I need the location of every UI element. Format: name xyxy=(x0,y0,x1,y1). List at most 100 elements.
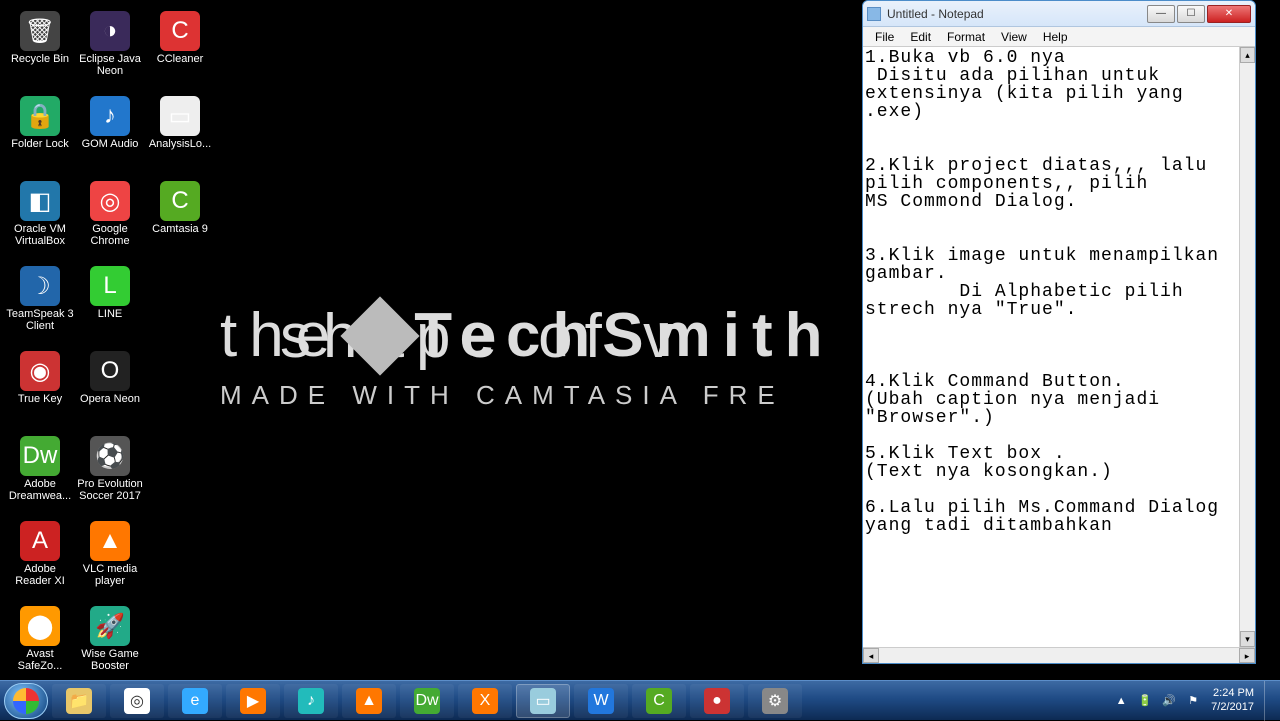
tray-icon-3[interactable]: ⚑ xyxy=(1184,692,1202,710)
maximize-button[interactable]: ☐ xyxy=(1177,5,1205,23)
desktop-icon[interactable]: CCCleaner xyxy=(145,5,215,90)
taskbar-chrome[interactable]: ◎ xyxy=(110,684,164,718)
desktop-icon[interactable]: L LINE xyxy=(75,260,145,345)
taskbar-ie[interactable]: e xyxy=(168,684,222,718)
watermark-brand: TechSmith xyxy=(414,300,834,371)
taskbar-tool[interactable]: ⚙ xyxy=(748,684,802,718)
horizontal-scrollbar[interactable]: ◂ ▸ xyxy=(863,647,1255,663)
taskbar-dreamweaver[interactable]: Dw xyxy=(400,684,454,718)
scroll-down-icon[interactable]: ▾ xyxy=(1240,631,1255,647)
app-icon: 🗑 xyxy=(20,11,60,51)
notepad-icon xyxy=(867,7,881,21)
desktop-icon[interactable]: 🗑Recycle Bin xyxy=(5,5,75,90)
desktop-icon[interactable]: 🔒 Folder Lock xyxy=(5,90,75,175)
icon-label: Adobe Reader XI xyxy=(6,563,74,587)
app-icon: C xyxy=(160,11,200,51)
techsmith-logo-icon xyxy=(341,296,420,375)
taskbar-file-explorer[interactable]: 📁 xyxy=(52,684,106,718)
menubar: FileEditFormatViewHelp xyxy=(863,27,1255,47)
titlebar[interactable]: Untitled - Notepad — ☐ ✕ xyxy=(863,1,1255,27)
show-desktop-button[interactable] xyxy=(1264,681,1276,721)
desktop-icon[interactable]: ◉True Key xyxy=(5,345,75,430)
desktop-icon[interactable]: ▭ AnalysisLo... xyxy=(145,90,215,175)
desktop-icon[interactable]: ◧Oracle VM VirtualBox xyxy=(5,175,75,260)
minimize-button[interactable]: — xyxy=(1147,5,1175,23)
desktop-icon[interactable]: OOpera Neon xyxy=(75,345,145,430)
app-icon: ⚽ xyxy=(90,436,130,476)
word-icon: W xyxy=(588,688,614,714)
taskbar: 📁◎e▶♪▲DwX▭WC●⚙ ▲🔋🔊⚑ 2:24 PM 7/2/2017 xyxy=(0,680,1280,720)
watermark-text-2: shape of v xyxy=(280,301,686,372)
taskbar-music[interactable]: ♪ xyxy=(284,684,338,718)
desktop-icon[interactable]: DwAdobe Dreamwea... xyxy=(5,430,75,515)
icon-label: Folder Lock xyxy=(11,138,68,150)
tool-icon: ⚙ xyxy=(762,688,788,714)
scroll-left-icon[interactable]: ◂ xyxy=(863,648,879,663)
icon-label: AnalysisLo... xyxy=(149,138,211,150)
app-icon: ▲ xyxy=(90,521,130,561)
app-icon: 🔒 xyxy=(20,96,60,136)
xampp-icon: X xyxy=(472,688,498,714)
ie-icon: e xyxy=(182,688,208,714)
icon-label: TeamSpeak 3 Client xyxy=(6,308,74,332)
start-button[interactable] xyxy=(4,683,48,719)
gom-icon: ▶ xyxy=(240,688,266,714)
clock-time: 2:24 PM xyxy=(1211,687,1254,700)
app-icon: O xyxy=(90,351,130,391)
tray-icon-1[interactable]: 🔋 xyxy=(1136,692,1154,710)
desktop-icon[interactable]: ⬤Avast SafeZo... xyxy=(5,600,75,685)
app-icon: ▭ xyxy=(160,96,200,136)
camtasia-rec-icon: ● xyxy=(704,688,730,714)
taskbar-notepad[interactable]: ▭ xyxy=(516,684,570,718)
system-tray: ▲ 🔋 🔊 ⚑ 2:24 PM 7/2/2017 xyxy=(1109,681,1276,721)
icon-label: True Key xyxy=(18,393,62,405)
clock[interactable]: 2:24 PM 7/2/2017 xyxy=(1211,687,1260,713)
desktop-icon-grid: 🗑Recycle Bin◑Eclipse Java NeonCCCleaner 🔒… xyxy=(5,5,215,685)
close-button[interactable]: ✕ xyxy=(1207,5,1251,23)
icon-label: Eclipse Java Neon xyxy=(76,53,144,77)
app-icon: ♪ xyxy=(90,96,130,136)
desktop: 🗑Recycle Bin◑Eclipse Java NeonCCCleaner 🔒… xyxy=(0,0,1280,720)
notepad-icon: ▭ xyxy=(530,688,556,714)
vertical-scrollbar[interactable]: ▴ ▾ xyxy=(1239,47,1255,647)
desktop-icon[interactable]: ◎Google Chrome xyxy=(75,175,145,260)
icon-label: LINE xyxy=(98,308,122,320)
desktop-icon[interactable]: ♪ GOM Audio xyxy=(75,90,145,175)
tray-icon-2[interactable]: 🔊 xyxy=(1160,692,1178,710)
icon-label: GOM Audio xyxy=(82,138,139,150)
text-editor[interactable]: 1.Buka vb 6.0 nya Disitu ada pilihan unt… xyxy=(863,47,1239,647)
desktop-icon[interactable]: ▲VLC media player xyxy=(75,515,145,600)
taskbar-word[interactable]: W xyxy=(574,684,628,718)
icon-label: Oracle VM VirtualBox xyxy=(6,223,74,247)
app-icon: L xyxy=(90,266,130,306)
desktop-icon[interactable]: ◑Eclipse Java Neon xyxy=(75,5,145,90)
app-icon: Dw xyxy=(20,436,60,476)
app-icon: ⬤ xyxy=(20,606,60,646)
taskbar-vlc[interactable]: ▲ xyxy=(342,684,396,718)
icon-label: Pro Evolution Soccer 2017 xyxy=(76,478,144,502)
scroll-right-icon[interactable]: ▸ xyxy=(1239,648,1255,663)
menu-view[interactable]: View xyxy=(993,29,1035,45)
desktop-icon[interactable]: 🚀Wise Game Booster xyxy=(75,600,145,685)
menu-format[interactable]: Format xyxy=(939,29,993,45)
taskbar-camtasia[interactable]: C xyxy=(632,684,686,718)
desktop-icon[interactable]: AAdobe Reader XI xyxy=(5,515,75,600)
desktop-icon[interactable]: ⚽Pro Evolution Soccer 2017 xyxy=(75,430,145,515)
taskbar-camtasia-rec[interactable]: ● xyxy=(690,684,744,718)
scroll-up-icon[interactable]: ▴ xyxy=(1240,47,1255,63)
menu-edit[interactable]: Edit xyxy=(902,29,939,45)
music-icon: ♪ xyxy=(298,688,324,714)
icon-label: Google Chrome xyxy=(76,223,144,247)
app-icon: ◎ xyxy=(90,181,130,221)
icon-label: Camtasia 9 xyxy=(152,223,208,235)
taskbar-gom[interactable]: ▶ xyxy=(226,684,280,718)
desktop-icon[interactable]: CCamtasia 9 xyxy=(145,175,215,260)
menu-file[interactable]: File xyxy=(867,29,902,45)
chrome-icon: ◎ xyxy=(124,688,150,714)
taskbar-xampp[interactable]: X xyxy=(458,684,512,718)
desktop-icon[interactable]: ☽TeamSpeak 3 Client xyxy=(5,260,75,345)
menu-help[interactable]: Help xyxy=(1035,29,1076,45)
app-icon: ◧ xyxy=(20,181,60,221)
icon-label: VLC media player xyxy=(76,563,144,587)
tray-icon-0[interactable]: ▲ xyxy=(1112,692,1130,710)
